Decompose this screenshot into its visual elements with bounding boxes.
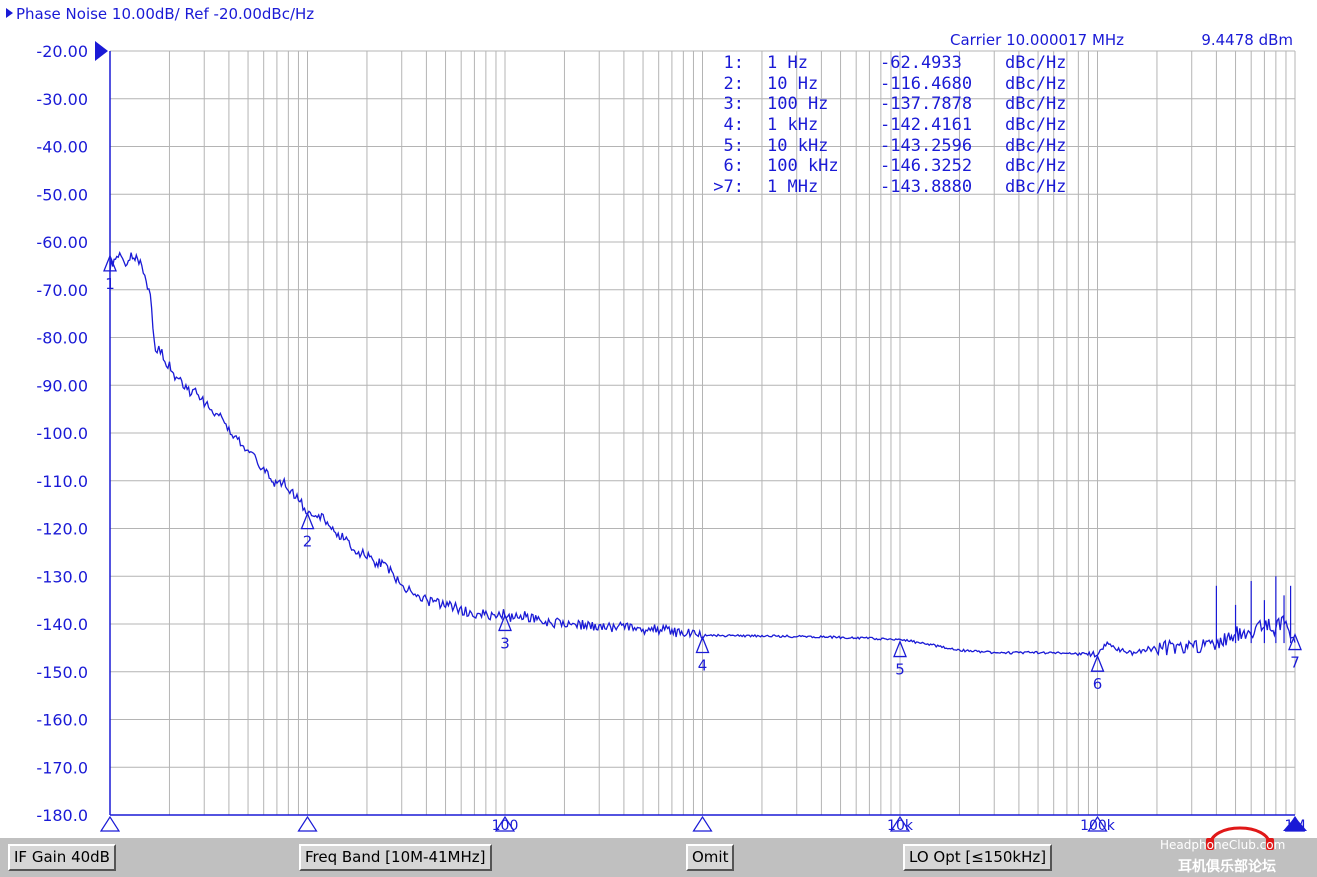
marker-row: 1: 1 Hz -62.4933 dBc/Hz [700, 53, 1090, 74]
watermark-site: HeadphoneClub.com [1160, 838, 1286, 852]
y-tick-label: -150.0 [36, 663, 88, 682]
marker-value: -137.7878 [880, 94, 973, 115]
y-tick-label: -170.0 [36, 758, 88, 777]
marker-label: 4 [698, 657, 708, 675]
marker-value: -142.4161 [880, 115, 973, 136]
marker-unit: dBc/Hz [1005, 115, 1067, 136]
marker-frequency: 100 kHz [767, 156, 839, 177]
marker-frequency: 10 Hz [767, 73, 819, 94]
y-axis-ticks: -20.00 -30.00 -40.00 -50.00 -60.00 -70.00 -80.… [36, 42, 88, 825]
marker-value: -146.3252 [880, 156, 973, 177]
marker-label: 2 [303, 533, 313, 551]
marker-index: 5: [723, 135, 744, 156]
lo-opt-button[interactable]: LO Opt [≤150kHz] [903, 844, 1053, 871]
marker-row: 5: 10 kHz -143.2596 dBc/Hz [700, 136, 1090, 157]
freq-band-button[interactable]: Freq Band [10M-41MHz] [299, 844, 492, 871]
x-axis-decade-marker-icon [297, 815, 318, 832]
marker-unit: dBc/Hz [1005, 177, 1067, 198]
if-gain-button[interactable]: IF Gain 40dB [8, 844, 116, 871]
y-tick-label: -40.00 [36, 138, 88, 157]
marker-unit: dBc/Hz [1005, 73, 1067, 94]
omit-button[interactable]: Omit [686, 844, 735, 871]
y-tick-label: -20.00 [36, 42, 88, 61]
marker-row: 6: 100 kHz -146.3252 dBc/Hz [700, 156, 1090, 177]
reference-level-arrow-icon [95, 41, 108, 61]
marker-value: -143.2596 [880, 135, 973, 156]
marker-row: 4: 1 kHz -142.4161 dBc/Hz [700, 115, 1090, 136]
marker-table: 1: 1 Hz -62.4933 dBc/Hz 2: 10 Hz -116.4680 dBc/… [700, 53, 1090, 198]
marker-index: >7: [713, 177, 744, 198]
y-tick-label: -180.0 [36, 806, 88, 825]
y-tick-label: -90.00 [36, 376, 88, 395]
marker-label: 5 [895, 661, 905, 679]
y-tick-label: -30.00 [36, 90, 88, 109]
marker-value: -62.4933 [880, 53, 962, 73]
phase-noise-chart: -20.00 -30.00 -40.00 -50.00 -60.00 -70.00 -80.… [36, 41, 1307, 834]
marker-label: 1 [105, 275, 115, 293]
y-tick-label: -130.0 [36, 567, 88, 586]
marker-unit: dBc/Hz [1005, 135, 1067, 156]
watermark-cn: 耳机俱乐部论坛 [1178, 859, 1276, 875]
y-tick-label: -100.0 [36, 424, 88, 443]
marker-row: 2: 10 Hz -116.4680 dBc/Hz [700, 74, 1090, 95]
marker-index: 2: [723, 73, 744, 94]
marker-value: -116.4680 [880, 73, 973, 94]
marker-frequency: 1 kHz [767, 115, 819, 136]
marker-value: -143.8880 [880, 177, 973, 198]
marker-index: 4: [723, 115, 744, 136]
y-tick-label: -70.00 [36, 281, 88, 300]
marker-frequency: 1 Hz [767, 53, 808, 73]
marker-row: >7: 1 MHz -143.8880 dBc/Hz [700, 177, 1090, 198]
y-tick-label: -60.00 [36, 233, 88, 252]
marker-row: 3: 100 Hz -137.7878 dBc/Hz [700, 94, 1090, 115]
y-tick-label: -50.00 [36, 185, 88, 204]
marker-frequency: 100 Hz [767, 94, 829, 115]
marker-frequency: 1 MHz [767, 177, 819, 198]
x-axis-decade-marker-icon [99, 815, 121, 832]
y-tick-label: -110.0 [36, 472, 88, 491]
x-axis-ticks: 10010k100k1M [99, 815, 1306, 834]
marker-frequency: 10 kHz [767, 135, 829, 156]
y-tick-label: -160.0 [36, 711, 88, 730]
y-tick-label: -80.00 [36, 329, 88, 348]
marker-label: 6 [1093, 675, 1103, 693]
y-tick-label: -120.0 [36, 520, 88, 539]
marker-index: 1: [723, 53, 744, 73]
marker-index: 3: [723, 94, 744, 115]
status-bar: IF Gain 40dB Freq Band [10M-41MHz] Omit … [0, 838, 1317, 877]
x-axis-decade-marker-icon [692, 815, 713, 832]
marker-unit: dBc/Hz [1005, 94, 1067, 115]
marker-label: 3 [500, 634, 510, 652]
analyzer-screen: Phase Noise 10.00dB/ Ref -20.00dBc/Hz Ca… [0, 0, 1317, 877]
marker-index: 6: [723, 156, 744, 177]
marker-label: 7 [1290, 654, 1300, 672]
marker-unit: dBc/Hz [1005, 53, 1067, 73]
marker-unit: dBc/Hz [1005, 156, 1067, 177]
y-tick-label: -140.0 [36, 615, 88, 634]
